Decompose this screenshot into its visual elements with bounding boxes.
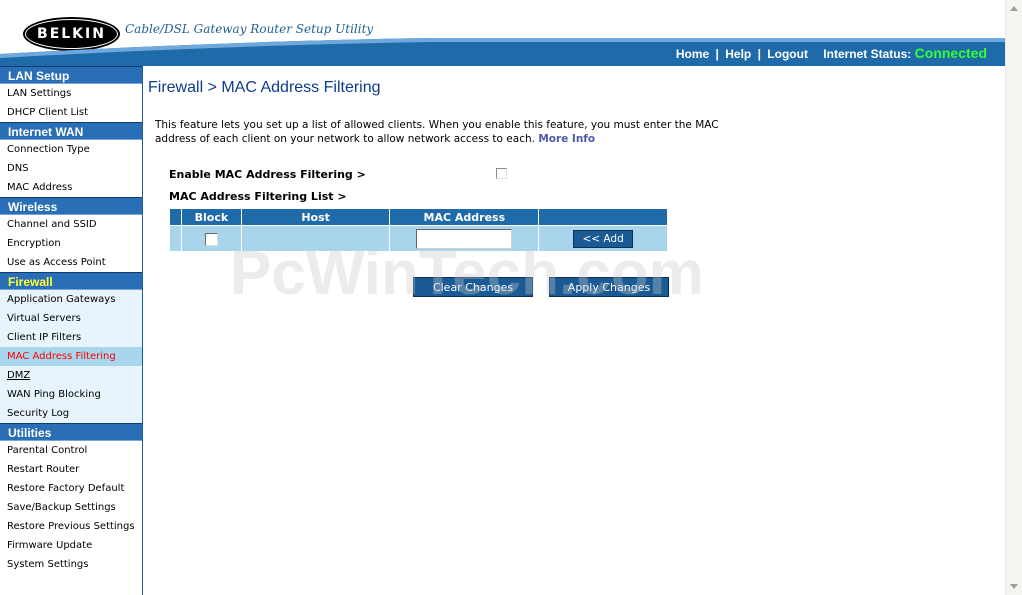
table-header-row: Block Host MAC Address (169, 207, 668, 227)
sidebar-item-lan-settings[interactable]: LAN Settings (0, 84, 142, 103)
sidebar-item-security-log[interactable]: Security Log (0, 404, 142, 423)
sidebar-item-dhcp-client-list[interactable]: DHCP Client List (0, 103, 142, 122)
host-cell (240, 225, 391, 252)
sidebar-item-application-gateways[interactable]: Application Gateways (0, 290, 142, 309)
chevron-up-icon (1010, 6, 1018, 11)
sidebar: LAN Setup LAN Settings DHCP Client List … (0, 66, 143, 595)
sidebar-item-system-settings[interactable]: System Settings (0, 555, 142, 574)
sidebar-item-dmz[interactable]: DMZ (0, 366, 142, 385)
sidebar-item-access-point[interactable]: Use as Access Point (0, 253, 142, 272)
sidebar-item-mac-address[interactable]: MAC Address (0, 178, 142, 197)
clear-changes-button[interactable]: Clear Changes (413, 277, 533, 297)
table-header-spacer (169, 207, 182, 227)
add-cell: << Add (538, 225, 668, 252)
sidebar-section-internet-wan[interactable]: Internet WAN (0, 122, 142, 140)
tagline: Cable/DSL Gateway Router Setup Utility (125, 22, 374, 36)
sidebar-item-wan-ping-blocking[interactable]: WAN Ping Blocking (0, 385, 142, 404)
column-header-mac-address: MAC Address (389, 207, 540, 227)
sidebar-item-mac-address-filtering[interactable]: MAC Address Filtering (0, 347, 142, 366)
intro-text: This feature lets you set up a list of a… (155, 118, 755, 146)
mac-filtering-list-label: MAC Address Filtering List > (169, 190, 347, 203)
enable-mac-filtering-label: Enable MAC Address Filtering > (169, 168, 366, 181)
mac-address-input[interactable] (416, 228, 513, 249)
sidebar-item-client-ip-filters[interactable]: Client IP Filters (0, 328, 142, 347)
scroll-down-button[interactable] (1006, 578, 1022, 595)
block-cell (180, 225, 242, 252)
sidebar-item-encryption[interactable]: Encryption (0, 234, 142, 253)
column-header-action (538, 207, 668, 227)
sidebar-item-channel-ssid[interactable]: Channel and SSID (0, 215, 142, 234)
sidebar-item-save-backup-settings[interactable]: Save/Backup Settings (0, 498, 142, 517)
scroll-up-button[interactable] (1006, 0, 1022, 17)
column-header-block: Block (180, 207, 242, 227)
nav-separator: | (757, 47, 761, 61)
sidebar-item-dns[interactable]: DNS (0, 159, 142, 178)
apply-changes-button[interactable]: Apply Changes (549, 277, 669, 297)
sidebar-section-lan-setup[interactable]: LAN Setup (0, 66, 142, 84)
block-checkbox[interactable] (204, 233, 218, 247)
sidebar-section-firewall[interactable]: Firewall (0, 272, 142, 290)
mac-filter-table: Block Host MAC Address << Add (169, 207, 668, 252)
sidebar-item-restore-previous-settings[interactable]: Restore Previous Settings (0, 517, 142, 536)
column-header-host: Host (240, 207, 391, 227)
chevron-down-icon (1010, 584, 1018, 589)
sidebar-item-connection-type[interactable]: Connection Type (0, 140, 142, 159)
table-row: << Add (169, 225, 668, 252)
home-link[interactable]: Home (676, 47, 709, 61)
router-setup-page: BELKIN Cable/DSL Gateway Router Setup Ut… (0, 0, 1005, 595)
logout-link[interactable]: Logout (767, 47, 808, 61)
internet-status-value: Connected (914, 45, 987, 61)
vertical-scrollbar[interactable] (1005, 0, 1022, 595)
table-cell-spacer (169, 225, 182, 252)
sidebar-section-utilities[interactable]: Utilities (0, 423, 142, 441)
help-link[interactable]: Help (725, 47, 751, 61)
nav-separator: | (715, 47, 719, 61)
mac-cell (389, 225, 540, 252)
enable-mac-filtering-checkbox[interactable] (496, 168, 507, 179)
sidebar-section-wireless[interactable]: Wireless (0, 197, 142, 215)
internet-status-label: Internet Status: (823, 47, 912, 61)
sidebar-item-parental-control[interactable]: Parental Control (0, 441, 142, 460)
header: BELKIN Cable/DSL Gateway Router Setup Ut… (0, 0, 1005, 66)
intro-description: This feature lets you set up a list of a… (155, 119, 719, 145)
sidebar-item-virtual-servers[interactable]: Virtual Servers (0, 309, 142, 328)
sidebar-item-restart-router[interactable]: Restart Router (0, 460, 142, 479)
sidebar-item-restore-factory-default[interactable]: Restore Factory Default (0, 479, 142, 498)
top-nav: Home | Help | Logout Internet Status: Co… (676, 45, 987, 61)
more-info-link[interactable]: More Info (538, 133, 595, 145)
sidebar-item-firmware-update[interactable]: Firmware Update (0, 536, 142, 555)
page-title: Firewall > MAC Address Filtering (148, 79, 381, 96)
add-button[interactable]: << Add (573, 230, 634, 249)
